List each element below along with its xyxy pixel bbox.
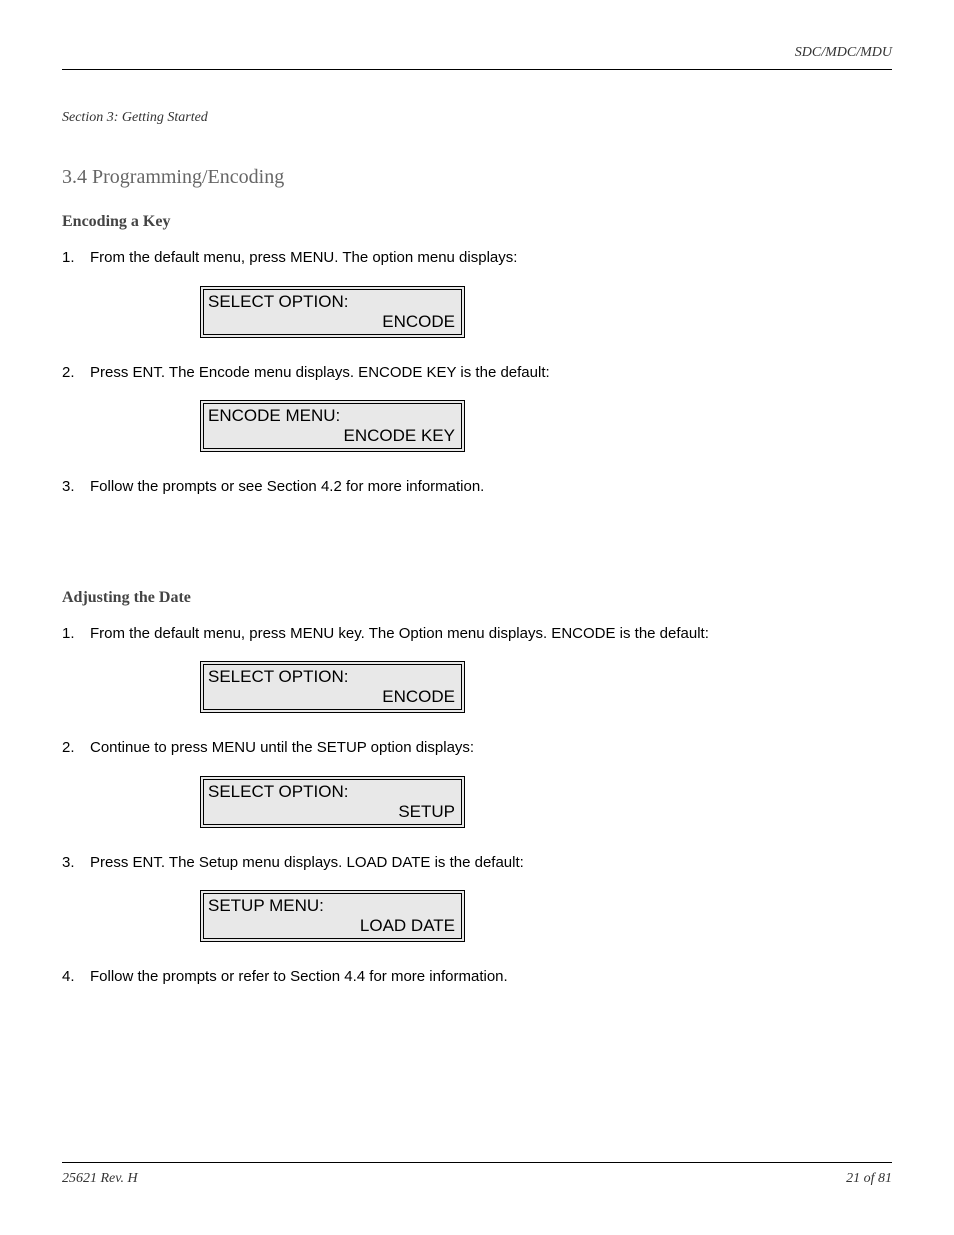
step-number: 1. bbox=[62, 247, 90, 270]
date-section: Adjusting the Date 1. From the default m… bbox=[62, 589, 892, 989]
lcd-line1: SELECT OPTION: bbox=[208, 292, 455, 312]
lcd-line1: SETUP MENU: bbox=[208, 896, 455, 916]
lcd-panel: SELECT OPTION: SETUP bbox=[200, 776, 465, 828]
step-number: 4. bbox=[62, 966, 90, 989]
footer-divider bbox=[62, 1162, 892, 1163]
lcd-line2: ENCODE KEY bbox=[208, 426, 455, 446]
lcd-line2: ENCODE bbox=[208, 312, 455, 332]
step: 1. From the default menu, press MENU. Th… bbox=[62, 247, 892, 270]
step-number: 3. bbox=[62, 476, 90, 499]
step-number: 3. bbox=[62, 852, 90, 875]
step: 4. Follow the prompts or refer to Sectio… bbox=[62, 966, 892, 989]
step: 2. Continue to press MENU until the SETU… bbox=[62, 737, 892, 760]
step-number: 2. bbox=[62, 362, 90, 385]
lcd-line1: ENCODE MENU: bbox=[208, 406, 455, 426]
step: 1. From the default menu, press MENU key… bbox=[62, 623, 892, 646]
lcd-panel: SELECT OPTION: ENCODE bbox=[200, 661, 465, 713]
step: 3. Follow the prompts or see Section 4.2… bbox=[62, 476, 892, 499]
step: 3. Press ENT. The Setup menu displays. L… bbox=[62, 852, 892, 875]
step-text: Press ENT. The Setup menu displays. LOAD… bbox=[90, 852, 892, 875]
header-section: Section 3: Getting Started bbox=[62, 110, 892, 126]
lcd-line2: ENCODE bbox=[208, 687, 455, 707]
step: 2. Press ENT. The Encode menu displays. … bbox=[62, 362, 892, 385]
encoding-section: Encoding a Key 1. From the default menu,… bbox=[62, 213, 892, 499]
step-text: From the default menu, press MENU key. T… bbox=[90, 623, 892, 646]
step-number: 2. bbox=[62, 737, 90, 760]
footer-page-number: 21 of 81 bbox=[846, 1171, 892, 1187]
lcd-line2: LOAD DATE bbox=[208, 916, 455, 936]
step-text: Press ENT. The Encode menu displays. ENC… bbox=[90, 362, 892, 385]
lcd-line1: SELECT OPTION: bbox=[208, 782, 455, 802]
lcd-line1: SELECT OPTION: bbox=[208, 667, 455, 687]
header-divider bbox=[62, 69, 892, 70]
encoding-title: Encoding a Key bbox=[62, 213, 892, 231]
footer-revision: 25621 Rev. H bbox=[62, 1171, 138, 1187]
lcd-panel: ENCODE MENU: ENCODE KEY bbox=[200, 400, 465, 452]
lcd-panel: SETUP MENU: LOAD DATE bbox=[200, 890, 465, 942]
page-footer: 25621 Rev. H 21 of 81 bbox=[62, 1162, 892, 1187]
step-text: Follow the prompts or see Section 4.2 fo… bbox=[90, 476, 892, 499]
step-number: 1. bbox=[62, 623, 90, 646]
step-text: Continue to press MENU until the SETUP o… bbox=[90, 737, 892, 760]
date-title: Adjusting the Date bbox=[62, 589, 892, 607]
step-text: From the default menu, press MENU. The o… bbox=[90, 247, 892, 270]
lcd-panel: SELECT OPTION: ENCODE bbox=[200, 286, 465, 338]
step-text: Follow the prompts or refer to Section 4… bbox=[90, 966, 892, 989]
lcd-line2: SETUP bbox=[208, 802, 455, 822]
header-product: SDC/MDC/MDU bbox=[62, 45, 892, 61]
section-title: 3.4 Programming/Encoding bbox=[62, 166, 892, 189]
